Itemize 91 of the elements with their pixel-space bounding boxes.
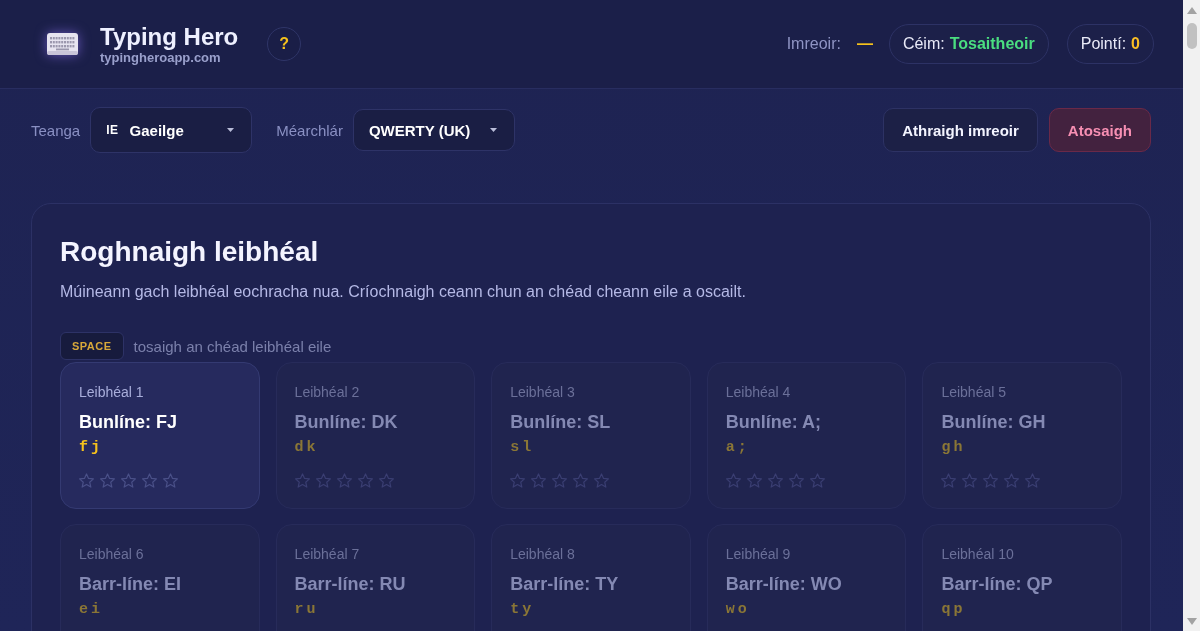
keyboard-icon <box>47 33 78 55</box>
level-card[interactable]: Leibhéal 8 Barr-líne: TY ty <box>491 524 691 631</box>
app-title: Typing Hero <box>100 23 239 50</box>
level-card[interactable]: Leibhéal 10 Barr-líne: QP qp <box>922 524 1122 631</box>
level-number: Leibhéal 5 <box>941 384 1007 401</box>
scroll-up-icon[interactable] <box>1186 7 1197 14</box>
empty-star-icon <box>552 473 568 488</box>
level-number: Leibhéal 8 <box>510 546 576 563</box>
player-label: Imreoir: <box>786 35 841 53</box>
empty-star-icon <box>510 473 526 488</box>
level-title: Bunlíne: DK <box>294 411 399 433</box>
scrollbar-thumb[interactable] <box>1186 23 1197 49</box>
level-title: Bunlíne: GH <box>941 411 1047 433</box>
language-label: Teanga <box>31 121 81 139</box>
level-number: Leibhéal 9 <box>725 546 792 563</box>
level-title: Barr-líne: RU <box>294 573 407 595</box>
space-key: SPACE <box>60 332 124 360</box>
help-button[interactable]: ? <box>267 27 302 61</box>
empty-star-icon <box>1025 473 1041 488</box>
level-title: Bunlíne: A; <box>725 411 823 433</box>
level-card[interactable]: Leibhéal 7 Barr-líne: RU ru <box>275 524 476 631</box>
level-card[interactable]: Leibhéal 3 Bunlíne: SL sl <box>491 362 691 509</box>
empty-star-icon <box>163 473 178 488</box>
level-keys: gh <box>941 439 966 457</box>
level-title: Barr-líne: WO <box>725 573 843 595</box>
panel-description: Múineann gach leibhéal eochracha nua. Críochnaigh ceann chun an chéad cheann eile a oscailt. <box>60 282 747 302</box>
level-keys: ty <box>510 601 535 619</box>
empty-star-icon <box>941 473 957 488</box>
empty-star-icon <box>746 473 762 488</box>
empty-star-icon <box>1004 473 1020 488</box>
rank-value: Tosaitheoir <box>949 35 1035 53</box>
empty-star-icon <box>809 473 825 488</box>
app-url: typingheroapp.com <box>100 49 222 65</box>
level-card[interactable]: Leibhéal 9 Barr-líne: WO wo <box>706 524 907 631</box>
rank-label: Céim: <box>902 35 945 53</box>
restart-button[interactable]: Atosaigh <box>1048 108 1151 152</box>
keyboard-select[interactable]: QWERTY (UK) <box>352 109 515 151</box>
empty-star-icon <box>294 473 310 488</box>
level-number: Leibhéal 7 <box>294 546 361 563</box>
empty-star-icon <box>315 473 331 488</box>
caret-icon <box>489 128 497 132</box>
flag-label: IE <box>106 123 119 137</box>
empty-star-icon <box>788 473 804 488</box>
keyboard-label: Méarchlár <box>276 121 343 139</box>
empty-star-icon <box>357 473 373 488</box>
panel-heading: Roghnaigh leibhéal <box>60 235 320 269</box>
empty-star-icon <box>983 473 999 488</box>
points-label: Pointí: <box>1080 35 1127 53</box>
level-card[interactable]: Leibhéal 1 Bunlíne: FJ fj <box>60 362 260 509</box>
empty-star-icon <box>378 473 394 488</box>
empty-star-icon <box>531 473 547 488</box>
level-title: Barr-líne: EI <box>79 573 183 595</box>
level-number: Leibhéal 3 <box>510 384 576 401</box>
level-title: Bunlíne: FJ <box>79 411 178 433</box>
level-keys: qp <box>941 601 966 619</box>
level-number: Leibhéal 6 <box>79 546 145 563</box>
level-card[interactable]: Leibhéal 4 Bunlíne: A; a; <box>706 362 907 509</box>
level-number: Leibhéal 10 <box>941 546 1015 563</box>
level-keys: dk <box>294 439 319 457</box>
language-select[interactable]: IE Gaeilge <box>90 107 253 153</box>
empty-star-icon <box>573 473 589 488</box>
empty-star-icon <box>594 473 610 488</box>
level-card[interactable]: Leibhéal 2 Bunlíne: DK dk <box>275 362 476 509</box>
level-keys: ei <box>79 601 103 619</box>
level-number: Leibhéal 1 <box>79 384 145 401</box>
level-card[interactable]: Leibhéal 5 Bunlíne: GH gh <box>922 362 1122 509</box>
empty-star-icon <box>336 473 352 488</box>
level-keys: a; <box>725 439 750 457</box>
level-number: Leibhéal 2 <box>294 384 361 401</box>
level-keys: sl <box>510 439 535 457</box>
level-title: Bunlíne: SL <box>510 411 612 433</box>
shortcut-hint: tosaigh an chéad leibhéal eile <box>133 337 332 355</box>
level-keys: fj <box>79 439 103 457</box>
level-number: Leibhéal 4 <box>725 384 792 401</box>
level-keys: ru <box>294 601 319 619</box>
empty-star-icon <box>767 473 783 488</box>
points-value: 0 <box>1131 35 1140 53</box>
empty-star-icon <box>962 473 978 488</box>
empty-star-icon <box>142 473 157 488</box>
change-player-button[interactable]: Athraigh imreoir <box>883 108 1038 152</box>
empty-star-icon <box>725 473 741 488</box>
empty-star-icon <box>79 473 94 488</box>
level-title: Barr-líne: TY <box>510 573 620 595</box>
empty-star-icon <box>121 473 136 488</box>
level-card[interactable]: Leibhéal 6 Barr-líne: EI ei <box>60 524 260 631</box>
level-title: Barr-líne: QP <box>941 573 1054 595</box>
scroll-down-icon[interactable] <box>1186 618 1197 625</box>
caret-icon <box>227 128 235 132</box>
level-keys: wo <box>725 601 750 619</box>
player-name: — <box>856 35 873 53</box>
empty-star-icon <box>100 473 115 488</box>
